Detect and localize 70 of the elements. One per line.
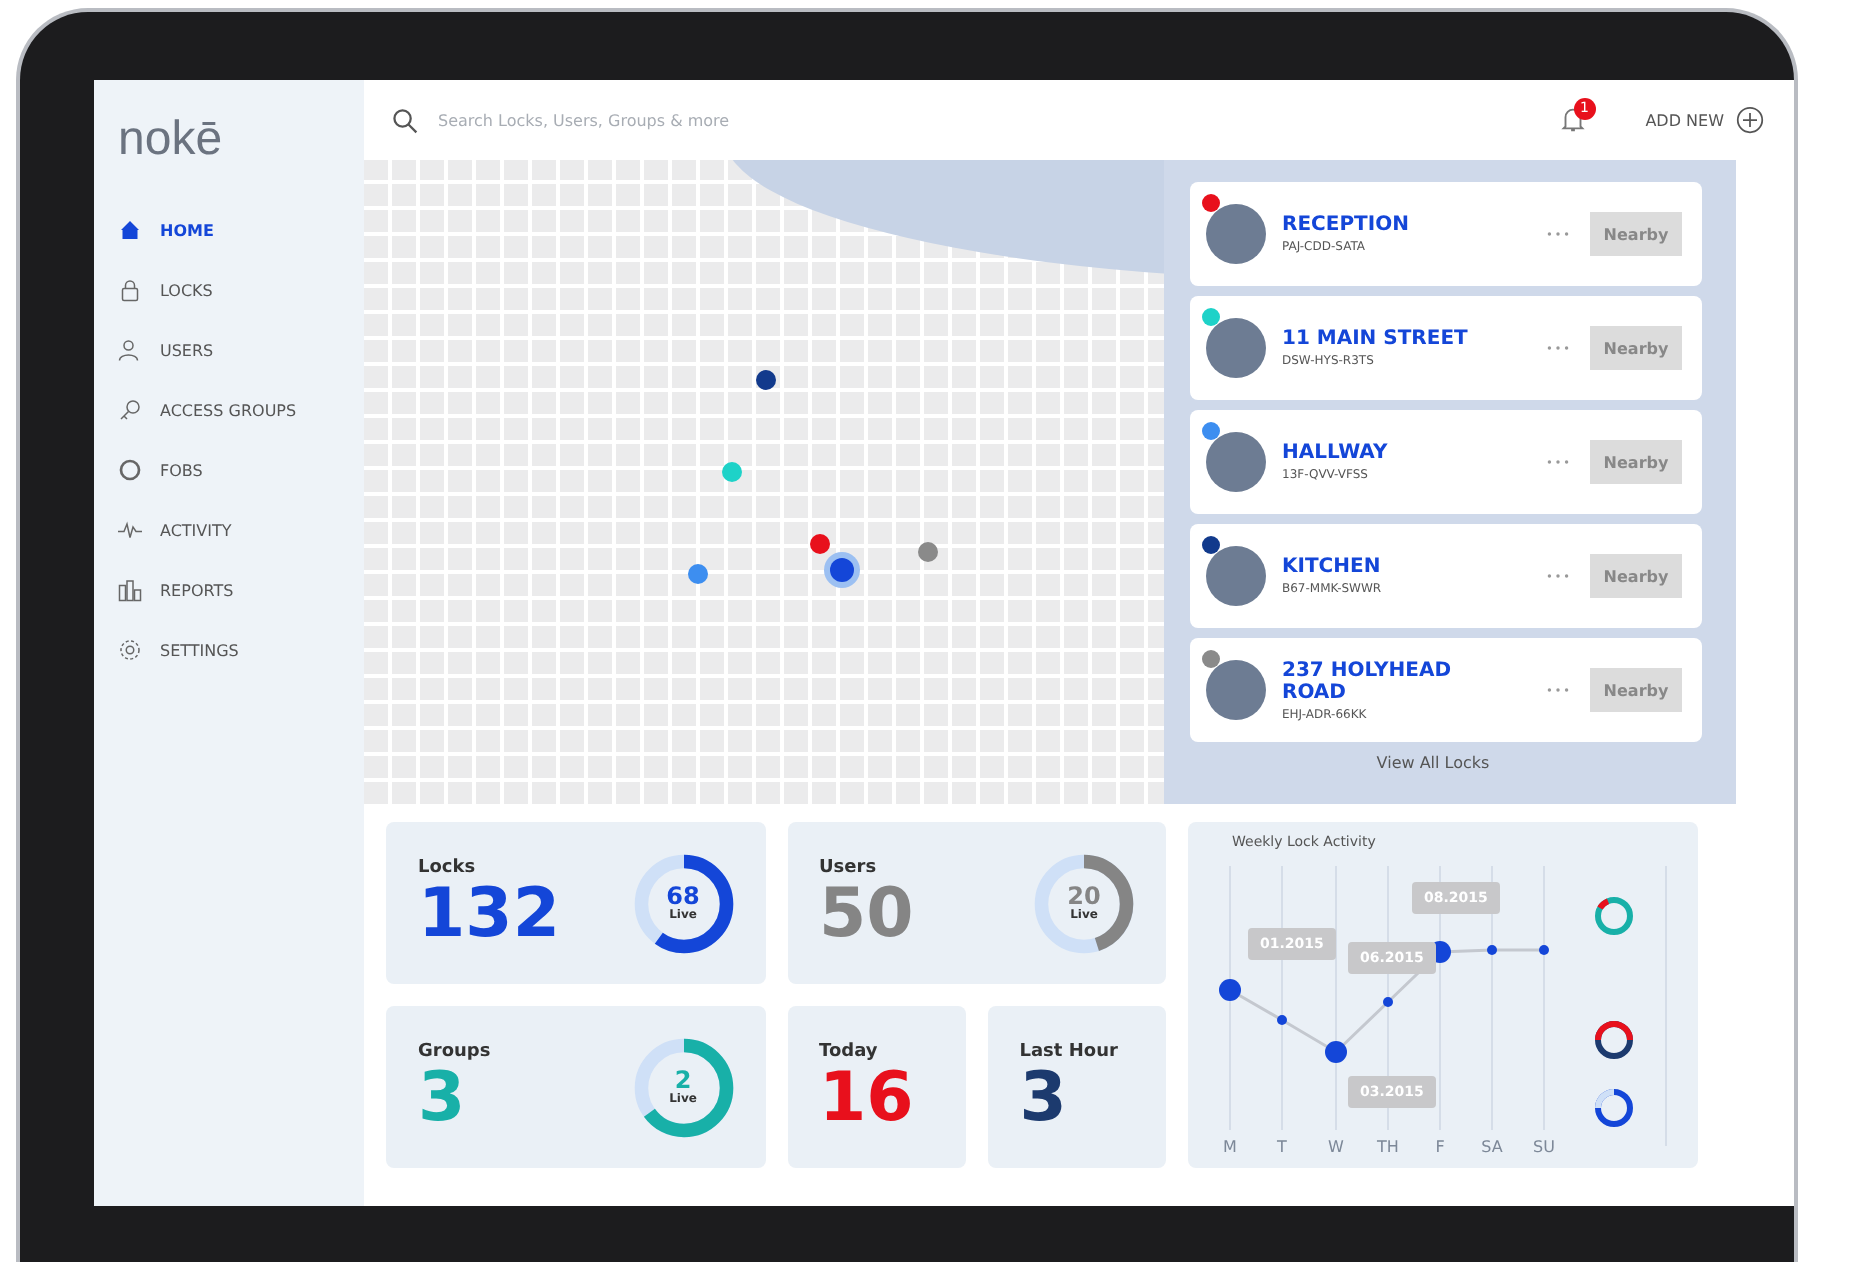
live-count: 2 <box>674 1068 692 1092</box>
stat-label: Today <box>819 1041 880 1061</box>
home-icon <box>118 218 142 242</box>
logo: nokē <box>118 112 225 168</box>
day-label: SA <box>1479 1138 1505 1156</box>
day-label: T <box>1275 1138 1289 1156</box>
lock-name: RECEPTION <box>1282 214 1411 236</box>
photo-placeholder <box>1206 318 1266 378</box>
photo-placeholder <box>1206 660 1266 720</box>
lock-name: HALLWAY <box>1282 442 1390 464</box>
lock-name: KITCHEN <box>1282 556 1383 578</box>
ring-drawing <box>1595 897 1633 935</box>
day-label: M <box>1221 1138 1239 1156</box>
ring-drawing <box>1595 1021 1633 1059</box>
more-icon[interactable] <box>1546 458 1570 466</box>
photo-placeholder <box>1206 546 1266 606</box>
plus-icon <box>1736 106 1764 134</box>
day-label: SU <box>1531 1138 1557 1156</box>
search-field[interactable]: Search Locks, Users, Groups & more <box>434 109 1042 131</box>
nav-item[interactable]: ACTIVITY <box>118 500 364 560</box>
data-point <box>1277 1015 1287 1025</box>
stat-label: Locks <box>418 857 478 877</box>
more-icon[interactable] <box>1546 344 1570 352</box>
lock-name: 11 MAIN STREET <box>1282 328 1470 350</box>
location-dot <box>830 558 854 582</box>
more-icon[interactable] <box>1546 686 1570 694</box>
nav-item[interactable]: LOCKS <box>118 260 364 320</box>
stat-value: 3 <box>418 1061 466 1133</box>
map-pin[interactable] <box>756 370 776 390</box>
ring-drawing <box>1595 1089 1633 1127</box>
user-icon <box>118 338 142 362</box>
photo-placeholder <box>1206 204 1266 264</box>
stat-value: 50 <box>819 877 914 949</box>
map-pin[interactable] <box>810 534 830 554</box>
nav-item[interactable]: USERS <box>118 320 364 380</box>
settings-icon <box>118 638 142 662</box>
data-point <box>1383 997 1393 1007</box>
nav-item[interactable]: FOBS <box>118 440 364 500</box>
stat-value: 3 <box>1019 1061 1069 1133</box>
day-label: W <box>1326 1138 1346 1156</box>
nav-item[interactable]: SETTINGS <box>118 620 364 680</box>
live-count: 20 <box>1067 884 1101 908</box>
data-point <box>1219 979 1241 1001</box>
nav-item[interactable]: REPORTS <box>118 560 364 620</box>
view-all-link[interactable]: View All Locks <box>1376 754 1490 772</box>
pulse-icon <box>118 518 142 542</box>
key-icon <box>118 398 142 422</box>
more-icon[interactable] <box>1546 230 1570 238</box>
data-point <box>1539 945 1549 955</box>
search-icon <box>392 107 418 133</box>
bell-icon[interactable] <box>1557 104 1588 134</box>
stat-label: Groups <box>418 1041 491 1061</box>
nav-item[interactable]: HOME <box>118 200 364 260</box>
more-icon[interactable] <box>1546 572 1570 580</box>
live-count: 68 <box>666 884 700 908</box>
lock-name: 237 HOLYHEAD ROAD <box>1282 659 1454 703</box>
data-point <box>1325 1041 1347 1063</box>
stat-label: Users <box>819 857 879 877</box>
ring-icon <box>118 458 142 482</box>
photo-placeholder <box>1206 432 1266 492</box>
lock-icon <box>118 278 142 302</box>
stat-value: 16 <box>819 1061 914 1133</box>
nav-item[interactable]: ACCESS GROUPS <box>118 380 364 440</box>
stat-value: 132 <box>418 877 560 949</box>
add-new-button[interactable]: ADD NEW <box>1645 106 1764 134</box>
stat-label: Last Hour <box>1019 1041 1118 1061</box>
bar-chart-icon <box>118 578 142 602</box>
day-label: F <box>1433 1138 1447 1156</box>
day-label: TH <box>1375 1138 1401 1156</box>
data-point <box>1487 945 1497 955</box>
